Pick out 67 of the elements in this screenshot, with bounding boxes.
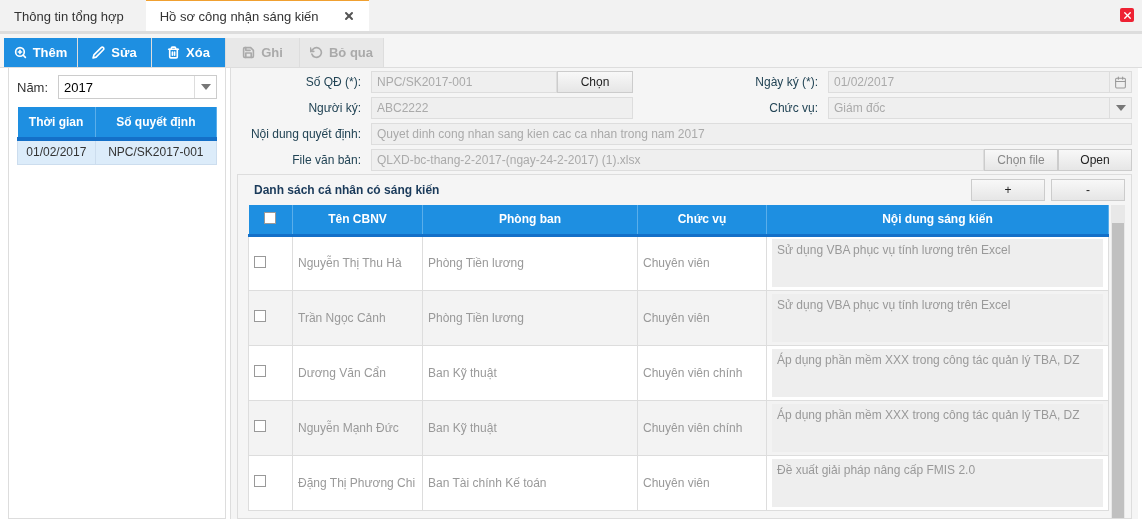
open-button[interactable]: Open (1058, 149, 1132, 171)
zoom-in-icon (13, 46, 27, 59)
table-cell[interactable]: 01/02/2017 (17, 139, 96, 164)
field-label: Người ký: (307, 101, 361, 115)
pencil-icon (92, 46, 106, 59)
table-cell[interactable]: NPC/SK2017-001 (95, 139, 217, 164)
column-header: Phòng ban (422, 205, 638, 235)
scrollbar[interactable] (1111, 205, 1125, 518)
table-cell: Phòng Tiền lương (422, 290, 638, 345)
field-label: File văn bản: (291, 153, 361, 167)
date-field[interactable]: 01/02/2017 (828, 71, 1132, 93)
column-header: Thời gian (17, 107, 96, 139)
close-icon[interactable] (1120, 8, 1134, 22)
text-area[interactable]: Áp dụng phần mềm XXX trong công tác quản lý TBA, DZ (772, 403, 1103, 452)
choose-button[interactable]: Chọn (557, 71, 633, 93)
row-checkbox[interactable] (248, 290, 293, 345)
close-icon[interactable] (342, 10, 355, 22)
position-dropdown[interactable]: Giám đốc (828, 97, 1132, 119)
field-label: Nội dung quyết định: (249, 127, 361, 141)
row-checkbox[interactable] (248, 345, 293, 400)
field-label: Chức vụ: (768, 101, 818, 115)
toolbar-button[interactable]: Xóa (152, 38, 226, 67)
toolbar-button[interactable]: Thêm (4, 38, 78, 67)
row-checkbox[interactable] (248, 235, 293, 290)
table-cell: Phòng Tiền lương (422, 235, 638, 290)
text-area[interactable]: Sử dụng VBA phục vụ tính lương trên Excel (772, 293, 1103, 342)
table-cell: Chuyên viên chính (637, 400, 767, 455)
trash-icon (167, 46, 181, 59)
text-area[interactable]: Quyet dinh cong nhan sang kien cac ca nhan trong nam 2017 (371, 123, 1132, 145)
text-area[interactable]: Sử dụng VBA phục vụ tính lương trên Excel (772, 239, 1103, 287)
column-header: Nội dung sáng kiến (766, 205, 1109, 235)
input-field[interactable]: ABC2222 (371, 97, 633, 119)
input-field[interactable]: NPC/SK2017-001 (371, 71, 557, 93)
table-cell: Chuyên viên (637, 290, 767, 345)
table-cell: Ban Kỹ thuật (422, 345, 638, 400)
toolbar-button[interactable]: Sửa (78, 38, 152, 67)
section-title: Danh sách cá nhân có sáng kiến (253, 183, 440, 197)
text-area[interactable]: Đề xuất giải pháp nâng cấp FMIS 2.0 (772, 458, 1103, 507)
field-label: Số QĐ (*): (304, 75, 361, 89)
column-header: Chức vụ (637, 205, 767, 235)
table-cell: Chuyên viên (637, 455, 767, 510)
undo-icon (309, 46, 323, 59)
table-cell: Đặng Thị Phương Chi (292, 455, 423, 510)
table-cell: Ban Kỹ thuật (422, 400, 638, 455)
choose-file-button[interactable]: Chọn file (984, 149, 1058, 171)
remove-button[interactable]: - (1051, 179, 1125, 201)
file-field[interactable]: QLXD-bc-thang-2-2017-(ngay-24-2-2017) (1).xlsx (371, 149, 984, 171)
year-label: Năm: (17, 79, 49, 95)
table-cell: Chuyên viên chính (637, 345, 767, 400)
column-header: Tên CBNV (292, 205, 423, 235)
tab[interactable]: Thông tin tổng hợp (0, 0, 138, 31)
table-cell: Nguyễn Thị Thu Hà (292, 235, 423, 290)
add-button[interactable]: + (971, 179, 1045, 201)
save-icon (242, 46, 256, 59)
table-cell: Nguyễn Mạnh Đức (292, 400, 423, 455)
row-checkbox[interactable] (248, 400, 293, 455)
table-cell: Dương Văn Cẩn (292, 345, 423, 400)
field-label: Ngày ký (*): (754, 75, 818, 89)
tab[interactable]: Hồ sơ công nhận sáng kiến (145, 0, 369, 31)
column-header: Số quyết định (95, 107, 217, 139)
select-all-checkbox[interactable] (248, 205, 293, 235)
year-dropdown[interactable]: 2017 (58, 75, 217, 99)
row-checkbox[interactable] (248, 455, 293, 510)
text-area[interactable]: Áp dụng phần mềm XXX trong công tác quản lý TBA, DZ (772, 348, 1103, 397)
table-cell: Ban Tài chính Kế toán (422, 455, 638, 510)
table-cell: Trần Ngọc Cảnh (292, 290, 423, 345)
table-cell: Chuyên viên (637, 235, 767, 290)
